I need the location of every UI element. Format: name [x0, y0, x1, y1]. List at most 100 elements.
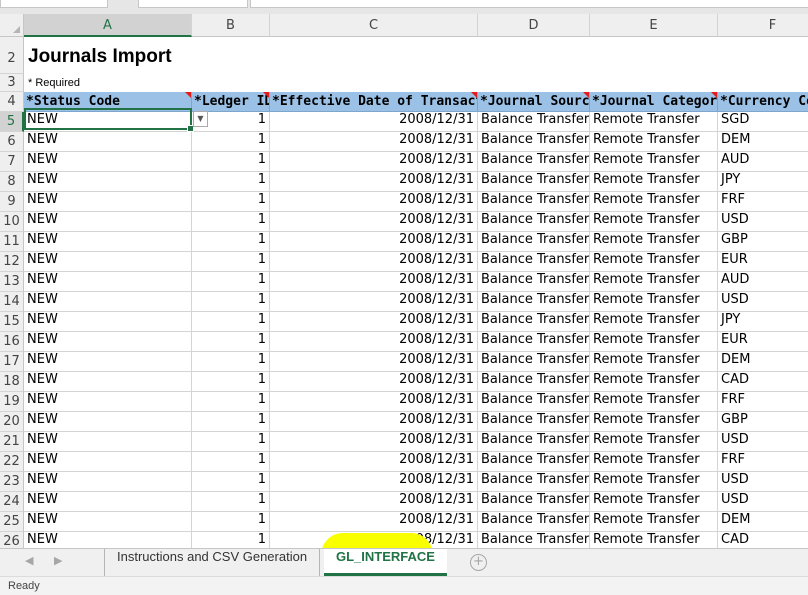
- column-header-b[interactable]: B: [192, 14, 270, 37]
- cell-currency-code[interactable]: SGD: [718, 112, 808, 132]
- row-header[interactable]: 22: [0, 452, 24, 472]
- cell-journal-category[interactable]: Remote Transfer: [590, 132, 718, 152]
- cell-currency-code[interactable]: DEM: [718, 352, 808, 372]
- cell-status-code[interactable]: NEW: [24, 492, 192, 512]
- row-header[interactable]: 4: [0, 92, 24, 112]
- cell-ledger-id[interactable]: 1: [192, 212, 270, 232]
- scroll-right-icon[interactable]: ▶: [54, 554, 62, 567]
- name-box[interactable]: [0, 0, 108, 8]
- cell-journal-source[interactable]: Balance Transfer: [478, 252, 590, 272]
- cell-effective-date[interactable]: 2008/12/31: [270, 332, 478, 352]
- cell-ledger-id[interactable]: 1: [192, 272, 270, 292]
- cell-status-code[interactable]: NEW: [24, 232, 192, 252]
- dropdown-arrow-icon[interactable]: ▼: [193, 111, 208, 127]
- cell-currency-code[interactable]: USD: [718, 432, 808, 452]
- cell-ledger-id[interactable]: 1: [192, 412, 270, 432]
- cell-currency-code[interactable]: USD: [718, 472, 808, 492]
- cell-ledger-id[interactable]: 1: [192, 252, 270, 272]
- cell-journal-source[interactable]: Balance Transfer: [478, 332, 590, 352]
- cell-currency-code[interactable]: EUR: [718, 252, 808, 272]
- cell-effective-date[interactable]: 2008/12/31: [270, 172, 478, 192]
- cell-ledger-id[interactable]: 1: [192, 532, 270, 548]
- cell-effective-date[interactable]: 2008/12/31: [270, 392, 478, 412]
- cell-currency-code[interactable]: GBP: [718, 412, 808, 432]
- cell-journal-source[interactable]: Balance Transfer: [478, 152, 590, 172]
- scroll-left-icon[interactable]: ◀: [25, 554, 33, 567]
- row-header[interactable]: 25: [0, 512, 24, 532]
- cell-ledger-id[interactable]: 1: [192, 512, 270, 532]
- cell-currency-code[interactable]: GBP: [718, 232, 808, 252]
- column-header-c[interactable]: C: [270, 14, 478, 37]
- cell-currency-code[interactable]: USD: [718, 212, 808, 232]
- cell-journal-source[interactable]: Balance Transfer: [478, 312, 590, 332]
- cell-journal-category[interactable]: Remote Transfer: [590, 312, 718, 332]
- cell-status-code[interactable]: NEW: [24, 272, 192, 292]
- cell-status-code[interactable]: NEW: [24, 412, 192, 432]
- row-header[interactable]: 26: [0, 532, 24, 548]
- cell-journal-source[interactable]: Balance Transfer: [478, 352, 590, 372]
- cell-journal-category[interactable]: Remote Transfer: [590, 512, 718, 532]
- row-header[interactable]: 7: [0, 152, 24, 172]
- row-header[interactable]: 13: [0, 272, 24, 292]
- cell-journal-category[interactable]: Remote Transfer: [590, 112, 718, 132]
- cell-effective-date[interactable]: 2008/12/31: [270, 152, 478, 172]
- cell-journal-category[interactable]: Remote Transfer: [590, 372, 718, 392]
- cell-journal-source[interactable]: Balance Transfer: [478, 472, 590, 492]
- row-header[interactable]: 16: [0, 332, 24, 352]
- row-header[interactable]: 14: [0, 292, 24, 312]
- row-header[interactable]: 18: [0, 372, 24, 392]
- cell-status-code[interactable]: NEW: [24, 212, 192, 232]
- cell-currency-code[interactable]: USD: [718, 492, 808, 512]
- cell-status-code[interactable]: NEW: [24, 192, 192, 212]
- cell-journal-source[interactable]: Balance Transfer: [478, 392, 590, 412]
- cell-currency-code[interactable]: CAD: [718, 372, 808, 392]
- cell-currency-code[interactable]: USD: [718, 292, 808, 312]
- cell-journal-category[interactable]: Remote Transfer: [590, 412, 718, 432]
- cell-currency-code[interactable]: AUD: [718, 152, 808, 172]
- column-header-e[interactable]: E: [590, 14, 718, 37]
- row-header[interactable]: 2: [0, 37, 24, 74]
- row-header[interactable]: 15: [0, 312, 24, 332]
- cell-effective-date[interactable]: 2008/12/31: [270, 292, 478, 312]
- cell-status-code[interactable]: NEW: [24, 352, 192, 372]
- cell-ledger-id[interactable]: 1: [192, 152, 270, 172]
- cell-currency-code[interactable]: EUR: [718, 332, 808, 352]
- cell-effective-date[interactable]: 2008/12/31: [270, 372, 478, 392]
- header-journal-category[interactable]: *Journal Category: [590, 92, 718, 112]
- cell-status-code[interactable]: NEW: [24, 152, 192, 172]
- row-header[interactable]: 10: [0, 212, 24, 232]
- cell-status-code[interactable]: NEW: [24, 452, 192, 472]
- cell-status-code[interactable]: NEW: [24, 332, 192, 352]
- cell-currency-code[interactable]: DEM: [718, 132, 808, 152]
- cell-journal-source[interactable]: Balance Transfer: [478, 372, 590, 392]
- cell-ledger-id[interactable]: 1: [192, 192, 270, 212]
- row-header[interactable]: 6: [0, 132, 24, 152]
- header-journal-source[interactable]: *Journal Source: [478, 92, 590, 112]
- cell-status-code[interactable]: NEW: [24, 392, 192, 412]
- cell-journal-category[interactable]: Remote Transfer: [590, 152, 718, 172]
- cell-journal-category[interactable]: Remote Transfer: [590, 192, 718, 212]
- cell-currency-code[interactable]: AUD: [718, 272, 808, 292]
- cell-journal-category[interactable]: Remote Transfer: [590, 332, 718, 352]
- header-ledger-id[interactable]: *Ledger ID: [192, 92, 270, 112]
- cell-journal-source[interactable]: Balance Transfer: [478, 212, 590, 232]
- row-header[interactable]: 5: [0, 112, 24, 132]
- row-header[interactable]: 23: [0, 472, 24, 492]
- select-all-corner[interactable]: [0, 14, 24, 37]
- cell-journal-category[interactable]: Remote Transfer: [590, 212, 718, 232]
- cell-journal-source[interactable]: Balance Transfer: [478, 172, 590, 192]
- cell-status-code[interactable]: NEW: [24, 172, 192, 192]
- cell-journal-source[interactable]: Balance Transfer: [478, 112, 590, 132]
- cell-journal-source[interactable]: Balance Transfer: [478, 512, 590, 532]
- cell-journal-source[interactable]: Balance Transfer: [478, 432, 590, 452]
- cell-journal-category[interactable]: Remote Transfer: [590, 492, 718, 512]
- cell-journal-category[interactable]: Remote Transfer: [590, 292, 718, 312]
- cell-status-code[interactable]: NEW: [24, 512, 192, 532]
- cell-ledger-id[interactable]: 1: [192, 352, 270, 372]
- cell-ledger-id[interactable]: 1: [192, 492, 270, 512]
- formula-input[interactable]: [250, 0, 808, 8]
- cell-journal-source[interactable]: Balance Transfer: [478, 232, 590, 252]
- cell-ledger-id[interactable]: 1: [192, 392, 270, 412]
- tab-gl-interface[interactable]: GL_INTERFACE: [324, 549, 447, 576]
- cell-ledger-id[interactable]: 1: [192, 452, 270, 472]
